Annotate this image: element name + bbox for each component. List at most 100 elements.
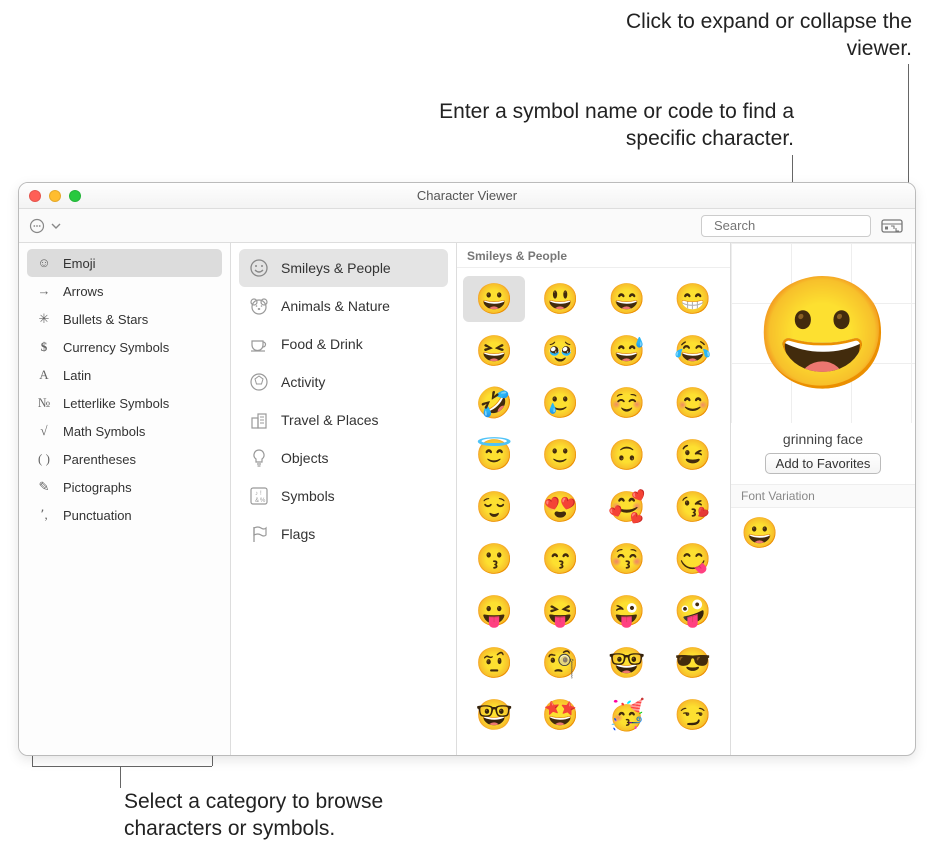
emoji-cell[interactable]: 😁	[662, 276, 724, 322]
parens-icon: ( )	[35, 451, 53, 467]
emoji-cell[interactable]: 🧐	[529, 640, 591, 686]
sidebar-item-emoji[interactable]: ☺ Emoji	[27, 249, 222, 277]
emoji-cell[interactable]: 🙂	[529, 432, 591, 478]
emoji-cell[interactable]: 😛	[463, 588, 525, 634]
font-variation-glyph[interactable]: 😀	[731, 508, 915, 559]
emoji-cell[interactable]: 😝	[529, 588, 591, 634]
zoom-window-button[interactable]	[69, 190, 81, 202]
star-icon: ✳	[35, 311, 53, 327]
subcat-label: Animals & Nature	[281, 298, 390, 314]
building-icon	[249, 410, 269, 430]
emoji-icon: ☺	[35, 255, 53, 271]
category-sidebar: ☺ Emoji → Arrows ✳ Bullets & Stars $ Cur…	[19, 243, 231, 755]
sidebar-item-label: Punctuation	[63, 508, 132, 523]
emoji-cell[interactable]: 🥲	[529, 380, 591, 426]
toolbar-menu-button[interactable]	[29, 218, 61, 234]
sidebar-item-bullets-stars[interactable]: ✳ Bullets & Stars	[27, 305, 222, 333]
font-variation-header: Font Variation	[731, 484, 915, 508]
emoji-cell[interactable]: 😍	[529, 484, 591, 530]
lightbulb-icon	[249, 448, 269, 468]
subcat-food-drink[interactable]: Food & Drink	[239, 325, 448, 363]
subcat-flags[interactable]: Flags	[239, 515, 448, 553]
sidebar-item-label: Math Symbols	[63, 424, 145, 439]
emoji-cell[interactable]: 😅	[596, 328, 658, 374]
subcat-travel-places[interactable]: Travel & Places	[239, 401, 448, 439]
flag-icon	[249, 524, 269, 544]
expand-collapse-button[interactable]	[879, 215, 905, 237]
emoji-cell[interactable]: 🥰	[596, 484, 658, 530]
subcat-activity[interactable]: Activity	[239, 363, 448, 401]
emoji-cell[interactable]: 😙	[529, 536, 591, 582]
emoji-cell[interactable]: 🤣	[463, 380, 525, 426]
emoji-cell[interactable]: 🥹	[529, 328, 591, 374]
emoji-cell[interactable]: 🤨	[463, 640, 525, 686]
close-window-button[interactable]	[29, 190, 41, 202]
emoji-cell[interactable]: 😊	[662, 380, 724, 426]
emoji-cell[interactable]: 🙃	[596, 432, 658, 478]
emoji-cell[interactable]: 🥳	[596, 692, 658, 738]
emoji-cell[interactable]: 😜	[596, 588, 658, 634]
callout-category-vstem	[120, 766, 121, 788]
symbols-icon: ♪!&%	[249, 486, 269, 506]
callout-category: Select a category to browse characters o…	[124, 788, 484, 843]
minimize-window-button[interactable]	[49, 190, 61, 202]
emoji-cell[interactable]: 😌	[463, 484, 525, 530]
emoji-cell[interactable]: 🤩	[529, 692, 591, 738]
bear-icon	[249, 296, 269, 316]
subcat-label: Objects	[281, 450, 328, 466]
emoji-cell[interactable]: 😆	[463, 328, 525, 374]
emoji-cell[interactable]: 😂	[662, 328, 724, 374]
emoji-cell[interactable]: 😗	[463, 536, 525, 582]
emoji-cell[interactable]: 😃	[529, 276, 591, 322]
emoji-cell[interactable]: 😏	[662, 692, 724, 738]
subcat-label: Activity	[281, 374, 325, 390]
toolbar	[19, 209, 915, 243]
numero-icon: №	[35, 395, 53, 411]
sidebar-item-label: Emoji	[63, 256, 96, 271]
emoji-cell[interactable]: 😀	[463, 276, 525, 322]
sidebar-item-letterlike[interactable]: № Letterlike Symbols	[27, 389, 222, 417]
emoji-cell[interactable]: 🤓	[596, 640, 658, 686]
svg-text:♪: ♪	[255, 491, 258, 497]
emoji-cell[interactable]: 😎	[662, 640, 724, 686]
traffic-lights	[29, 190, 81, 202]
search-field[interactable]	[701, 215, 871, 237]
expand-icon	[881, 218, 903, 234]
emoji-grid: 😀😃😄😁😆🥹😅😂🤣🥲☺️😊😇🙂🙃😉😌😍🥰😘😗😙😚😋😛😝😜🤪🤨🧐🤓😎🤓🤩🥳😏	[457, 268, 730, 746]
emoji-cell[interactable]: 😚	[596, 536, 658, 582]
sidebar-item-punctuation[interactable]: ٬, Punctuation	[27, 501, 222, 529]
subcategory-list: Smileys & People Animals & Nature Food &…	[231, 243, 457, 755]
sidebar-item-currency[interactable]: $ Currency Symbols	[27, 333, 222, 361]
dollar-icon: $	[35, 339, 53, 355]
emoji-cell[interactable]: 🤓	[463, 692, 525, 738]
subcat-animals-nature[interactable]: Animals & Nature	[239, 287, 448, 325]
sidebar-item-arrows[interactable]: → Arrows	[27, 277, 222, 305]
emoji-cell[interactable]: 😋	[662, 536, 724, 582]
arrow-icon: →	[35, 283, 53, 299]
search-input[interactable]	[712, 217, 892, 234]
subcat-objects[interactable]: Objects	[239, 439, 448, 477]
emoji-cell[interactable]: 😇	[463, 432, 525, 478]
sidebar-item-label: Bullets & Stars	[63, 312, 148, 327]
emoji-cell[interactable]: 😄	[596, 276, 658, 322]
window-title: Character Viewer	[19, 188, 915, 203]
subcat-label: Travel & Places	[281, 412, 379, 428]
sidebar-item-math[interactable]: √ Math Symbols	[27, 417, 222, 445]
emoji-cell[interactable]: 😘	[662, 484, 724, 530]
latin-a-icon: A	[35, 367, 53, 383]
detail-pane: 😀 grinning face Add to Favorites Font Va…	[731, 243, 915, 755]
window-body: ☺ Emoji → Arrows ✳ Bullets & Stars $ Cur…	[19, 243, 915, 755]
sidebar-item-pictographs[interactable]: ✎ Pictographs	[27, 473, 222, 501]
add-to-favorites-button[interactable]: Add to Favorites	[765, 453, 882, 474]
svg-text:&: &	[255, 498, 259, 504]
sidebar-item-parentheses[interactable]: ( ) Parentheses	[27, 445, 222, 473]
subcat-smileys-people[interactable]: Smileys & People	[239, 249, 448, 287]
callout-expand-text: Click to expand or collapse the viewer.	[626, 10, 912, 60]
cup-icon	[249, 334, 269, 354]
emoji-cell[interactable]: 🤪	[662, 588, 724, 634]
subcat-label: Smileys & People	[281, 260, 391, 276]
sidebar-item-latin[interactable]: A Latin	[27, 361, 222, 389]
emoji-cell[interactable]: 😉	[662, 432, 724, 478]
subcat-symbols[interactable]: ♪!&% Symbols	[239, 477, 448, 515]
emoji-cell[interactable]: ☺️	[596, 380, 658, 426]
